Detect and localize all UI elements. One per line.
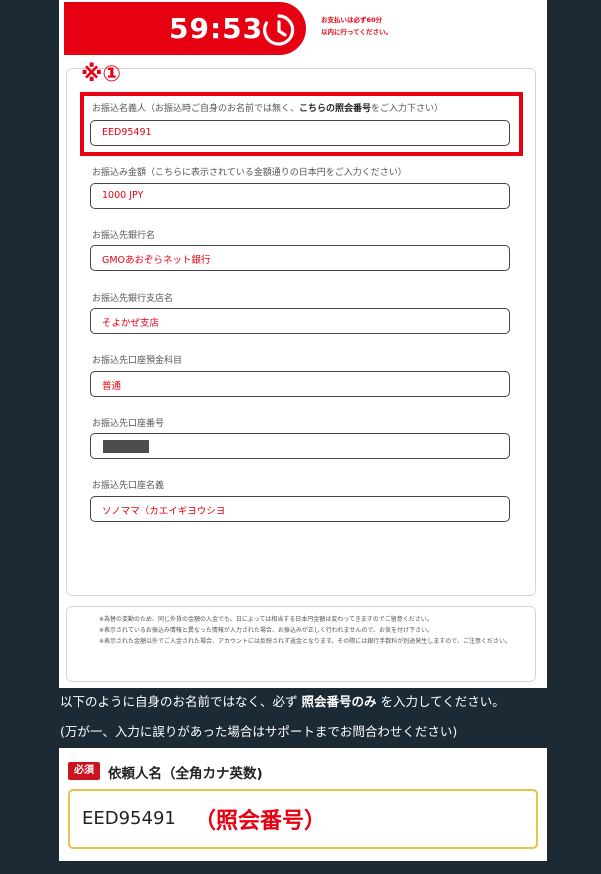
field-label-account-type: お振込先口座預金科目 bbox=[92, 356, 183, 366]
account-type-value: 普通 bbox=[102, 381, 122, 392]
account-holder-value: ソノママ（カエイギヨウシヨ bbox=[102, 506, 226, 517]
notes-panel: ※為替の変動のため、同じ外貨の金額の入金でも、日によっては相当する日本円金額は変… bbox=[66, 606, 536, 682]
field-label-remitter-name: お振込名義人（お振込時ご自身のお名前では無く、こちらの照会番号をご入力下さい） bbox=[92, 104, 444, 114]
account-type-field[interactable]: 普通 bbox=[90, 371, 510, 397]
field-label-amount: お振込み金額（こちらに表示されている金額通りの日本円をご入力ください） bbox=[92, 168, 407, 178]
field-label-bank-name: お振込先銀行名 bbox=[92, 231, 156, 241]
remitter-name-value: EED95491 bbox=[102, 127, 152, 138]
time-limit-note: お支払いは必ず60分 以内に行ってください。 bbox=[321, 16, 392, 36]
amount-field[interactable]: 1000 JPY bbox=[90, 183, 510, 209]
requester-name-label: 依頼人名（全角カナ英数) bbox=[108, 766, 263, 782]
note-item: ※表示されているお振込み情報と異なった情報が入力された場合、お振込みが正しく行わ… bbox=[99, 627, 434, 634]
support-note: (万が一、入力に誤りがあった場合はサポートまでお問合わせください) bbox=[60, 724, 458, 739]
instruction-text: 以下のように自身のお名前ではなく、必ず 照会番号のみ を入力してください。 bbox=[60, 694, 505, 709]
required-badge: 必須 bbox=[68, 762, 100, 780]
amount-value: 1000 JPY bbox=[102, 190, 144, 201]
note-item: ※為替の変動のため、同じ外貨の金額の入金でも、日によっては相当する日本円金額は変… bbox=[99, 616, 433, 623]
countdown-time: 59:53 bbox=[169, 12, 264, 45]
note-item: ※表示された金額以外でご入金された場合、アカウントには反映されず返金となります。… bbox=[99, 638, 512, 645]
annotation-marker: ※① bbox=[81, 62, 122, 87]
field-label-branch-name: お振込先銀行支店名 bbox=[92, 294, 174, 304]
payment-form-screenshot: 59:53 お支払いは必ず60分 以内に行ってください。 ※① お振込名義人（お… bbox=[59, 0, 547, 688]
branch-name-value: そよかぜ支店 bbox=[102, 318, 160, 329]
branch-name-field[interactable]: そよかぜ支店 bbox=[90, 308, 510, 334]
requester-name-input[interactable]: EED95491 （照会番号） bbox=[68, 789, 538, 849]
reference-number-hint: （照会番号） bbox=[194, 809, 327, 834]
bank-name-value: GMOあおぞらネット銀行 bbox=[102, 255, 211, 266]
requester-name-screenshot: 必須 依頼人名（全角カナ英数) EED95491 （照会番号） bbox=[59, 748, 547, 861]
remitter-name-field[interactable]: EED95491 bbox=[90, 120, 510, 146]
field-label-account-number: お振込先口座番号 bbox=[92, 419, 165, 429]
countdown-banner: 59:53 bbox=[64, 2, 306, 55]
bank-name-field[interactable]: GMOあおぞらネット銀行 bbox=[90, 245, 510, 271]
clock-icon bbox=[263, 14, 295, 46]
account-holder-field[interactable]: ソノママ（カエイギヨウシヨ bbox=[90, 496, 510, 522]
account-number-field[interactable] bbox=[90, 433, 510, 459]
field-label-account-holder: お振込先口座名義 bbox=[92, 481, 165, 491]
requester-name-value: EED95491 bbox=[82, 808, 176, 829]
redacted-account-number bbox=[103, 440, 149, 453]
